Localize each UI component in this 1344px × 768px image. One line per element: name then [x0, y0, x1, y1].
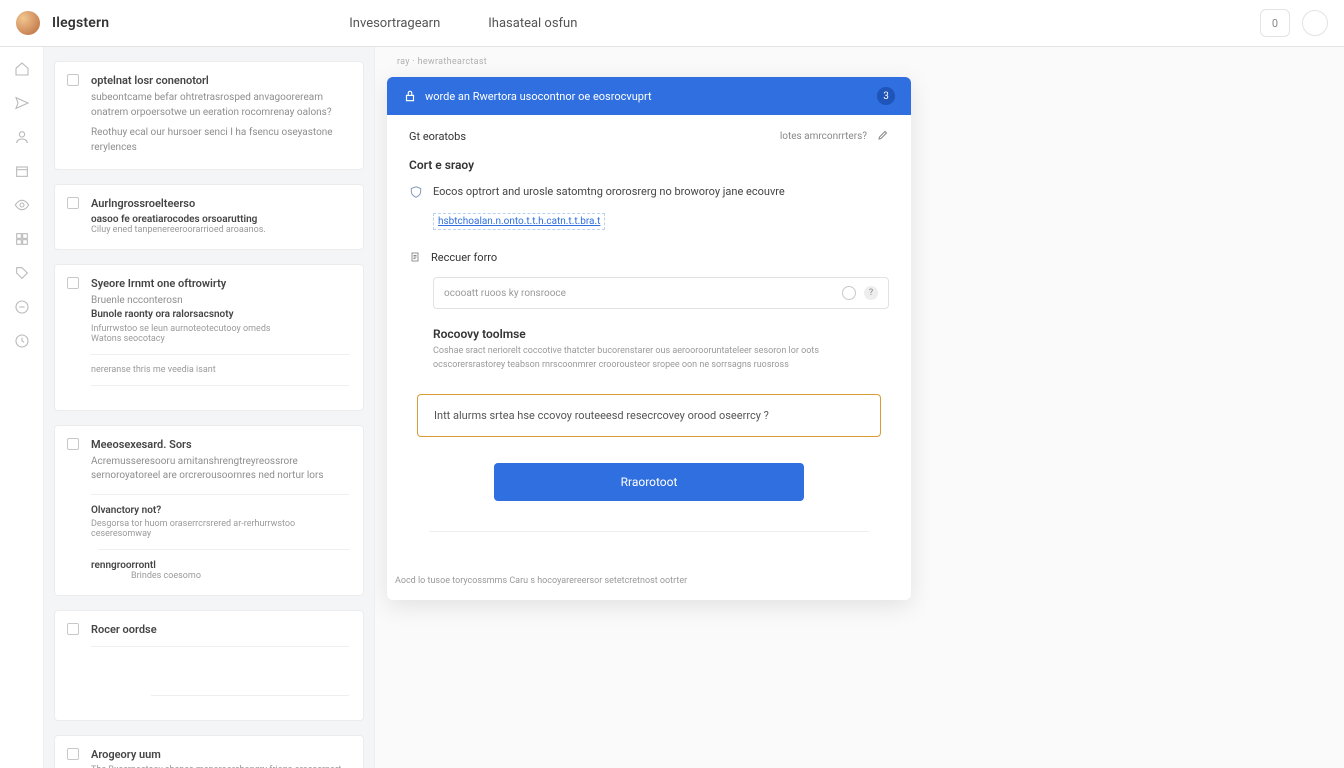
card-subtitle: oasoo fe oreatiarocodes orsoarutting [91, 214, 349, 225]
main-pane: ray · hewrathearctast worde an Rwertora … [374, 47, 1344, 768]
card-small: nereranse thris me veedia isant [91, 365, 349, 375]
recovery-title: Rocoovy toolmse [433, 327, 889, 341]
profile-ring-icon[interactable] [1302, 10, 1328, 36]
card-small: Watons seocotacy [91, 334, 349, 344]
recovery-desc: Coshae sract neriorelt coccotive thatcte… [433, 345, 877, 372]
card-line: Acremusseresooru amitanshrengtreyreossro… [91, 455, 349, 470]
card-line: Bruenle ncconterosn [91, 294, 349, 309]
edit-icon[interactable] [877, 129, 889, 144]
card-small: Infurrwstoo se leun aurnoteotecutooy ome… [91, 324, 349, 334]
checkbox-icon[interactable] [67, 197, 79, 209]
card-title: Meeosexesard. Sors [91, 438, 349, 451]
card-line: sernoroyatoreel are orcrerousoornres ned… [91, 469, 349, 484]
checkbox-icon[interactable] [67, 74, 79, 86]
box-icon[interactable] [14, 163, 30, 179]
tag-icon[interactable] [14, 265, 30, 281]
code-input[interactable]: ocooatt ruoos ky ronsrooce ? [433, 277, 889, 309]
primary-button[interactable]: Rraorotoot [494, 463, 804, 501]
prompt-box[interactable]: Intt alurms srtea hse ccovoy routeeesd r… [417, 394, 881, 437]
code-placeholder: ocooatt ruoos ky ronsrooce [444, 288, 566, 299]
card-title: Arogeory uum [91, 748, 349, 761]
help-icon[interactable]: ? [864, 286, 878, 300]
top-right-badge[interactable]: 0 [1260, 9, 1290, 37]
topbar-right: 0 [1260, 9, 1328, 37]
top-nav: Invesortragearn Ihasateal osfun [169, 16, 1260, 31]
card-small: Ciluy ened tanpenereeroorarrioed aroaano… [91, 225, 349, 235]
card-title: optelnat losr conenotorl [91, 74, 349, 87]
section-label: Cort e sraoy [409, 158, 889, 172]
send-icon[interactable] [14, 95, 30, 111]
card-title: Rocer oordse [91, 623, 349, 636]
panel-subtitle: Gt eoratobs [409, 130, 466, 143]
eye-icon[interactable] [14, 197, 30, 213]
grid-icon[interactable] [14, 231, 30, 247]
copy-icon[interactable] [842, 286, 856, 300]
recovery-link[interactable]: hsbtchoalan.n.onto.t.t.h.catn.t.t.bra.t [433, 213, 605, 230]
avatar[interactable] [16, 11, 40, 35]
card-subtitle: renngroorrontl [91, 560, 349, 571]
user-icon[interactable] [14, 129, 30, 145]
checkbox-icon[interactable] [67, 438, 79, 450]
list-card-6[interactable]: Arogeory uum The Bxecrnosteoy shenes men… [54, 735, 364, 768]
card-line: subeontcame befar ohtretrasrosped anvago… [91, 91, 349, 106]
panel-meta: lotes amrconrrters? [780, 131, 867, 142]
list-card-3[interactable]: Syeore Irnmt one oftrowirty Bruenle ncco… [54, 264, 364, 411]
checkbox-icon[interactable] [67, 623, 79, 635]
list-card-4[interactable]: Meeosexesard. Sors Acremusseresooru amit… [54, 425, 364, 596]
topnav-item-2[interactable]: Ihasateal osfun [488, 16, 577, 31]
card-title: Aurlngrossroelteerso [91, 197, 349, 210]
list-pane: optelnat losr conenotorl subeontcame bef… [44, 47, 374, 768]
checkbox-icon[interactable] [67, 277, 79, 289]
document-icon [409, 248, 421, 267]
topnav-item-1[interactable]: Invesortragearn [349, 16, 440, 31]
minus-circle-icon[interactable] [14, 299, 30, 315]
brand-label: Ilegstern [52, 15, 109, 31]
list-card-1[interactable]: optelnat losr conenotorl subeontcame bef… [54, 61, 364, 170]
panel-header: worde an Rwertora usocontnor oe eosrocvu… [387, 77, 911, 115]
card-small: Brindes coesomo [131, 571, 349, 581]
check-text: Eocos optrort and urosle satomtng ororos… [433, 184, 785, 199]
clock-icon[interactable] [14, 333, 30, 349]
panel-footer-note: Aocd lo tusoe torycossmms Caru s hocoyar… [387, 562, 911, 600]
card-small: Desgorsa tor huom oraserrcrsrered ar-rer… [91, 519, 349, 539]
list-card-5[interactable]: Rocer oordse [54, 610, 364, 721]
card-title: Syeore Irnmt one oftrowirty [91, 277, 349, 290]
home-icon[interactable] [14, 61, 30, 77]
checkbox-icon[interactable] [67, 748, 79, 760]
topbar: Ilegstern Invesortragearn Ihasateal osfu… [0, 0, 1344, 47]
doc-label: Reccuer forro [431, 251, 497, 264]
card-subtitle: Bunole raonty ora ralorsacsnoty [91, 309, 349, 320]
recovery-panel: worde an Rwertora usocontnor oe eosrocvu… [387, 77, 911, 600]
card-small: The Bxecrnosteoy shenes menoroorchongry … [91, 765, 349, 768]
panel-header-badge: 3 [877, 87, 895, 105]
card-line: Reothuy ecal our hursoer senci I ha fsen… [91, 126, 349, 155]
breadcrumb: ray · hewrathearctast [397, 57, 487, 67]
card-line: onatrem orpoersotwe un eeration rocomren… [91, 106, 349, 121]
icon-rail [0, 47, 44, 768]
panel-header-title: worde an Rwertora usocontnor oe eosrocvu… [425, 90, 652, 103]
card-subtitle: Olvanctory not? [91, 505, 349, 516]
lock-icon [403, 89, 417, 103]
list-card-2[interactable]: Aurlngrossroelteerso oasoo fe oreatiaroc… [54, 184, 364, 250]
shield-icon [409, 184, 423, 203]
